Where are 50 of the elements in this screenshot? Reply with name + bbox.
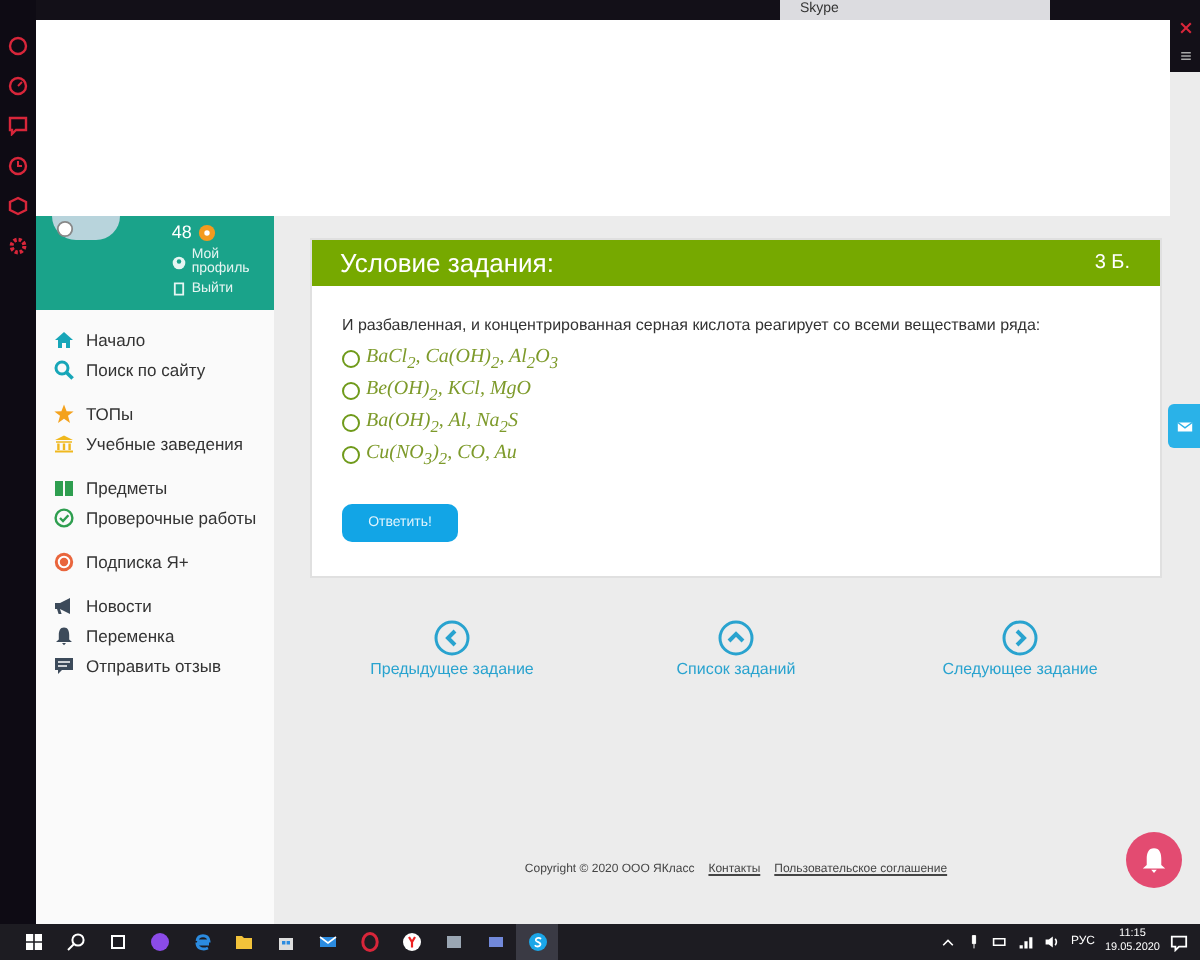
star-icon xyxy=(54,404,74,424)
close-icon xyxy=(1177,20,1193,36)
sidebar-item[interactable]: Проверочные работы xyxy=(86,508,257,528)
sidebar-item[interactable]: Предметы xyxy=(86,478,168,498)
power-icon xyxy=(8,36,28,56)
notifications-icon xyxy=(1170,933,1188,951)
task-points: 3 Б. xyxy=(1094,252,1130,274)
battery-icon xyxy=(992,934,1009,950)
home-icon xyxy=(54,330,74,350)
sidebar-item[interactable]: Отправить отзыв xyxy=(86,656,221,676)
badge-icon xyxy=(56,219,74,237)
radio-button[interactable] xyxy=(342,381,360,399)
notification-button[interactable] xyxy=(1126,832,1182,888)
bell-icon xyxy=(54,626,74,646)
subscription-badge-icon xyxy=(54,552,74,572)
sidebar-item[interactable]: Учебные заведения xyxy=(86,434,244,454)
sidebar-item[interactable]: Новости xyxy=(86,596,152,616)
sidebar-item[interactable]: Переменка xyxy=(86,626,175,646)
menu-icon xyxy=(1177,48,1193,64)
sidebar-item[interactable]: Начало xyxy=(86,330,146,350)
points-count: 48 xyxy=(171,222,192,242)
answer-option: BaCl$_{2}$, Ca(OH)$_{2}$, Al$_{2}$O$_{3}$ xyxy=(366,345,558,371)
search-icon xyxy=(54,360,74,380)
chat-icon xyxy=(8,116,28,136)
answer-option: Ba(OH)$_{2}$, Al, Na$_{2}$S xyxy=(366,409,518,435)
speedometer-icon xyxy=(8,76,28,96)
check-circle-icon xyxy=(54,508,74,528)
answer-option: Cu(NO$_{3}$)$_{2}$, CO, Au xyxy=(366,441,517,467)
radio-button[interactable] xyxy=(342,349,360,367)
comment-icon xyxy=(54,656,74,676)
answer-option: Be(OH)$_{2}$, KCl, MgO xyxy=(366,377,531,403)
books-icon xyxy=(54,478,74,498)
caret-icon xyxy=(940,934,957,950)
question-text: И разбавленная, и концентрированная серная кислота реагирует со всеми веществами ряда: xyxy=(342,316,1043,334)
sidebar-item[interactable]: ТОПы xyxy=(86,404,134,424)
network-icon xyxy=(1018,934,1035,950)
radio-button[interactable] xyxy=(342,445,360,463)
clock-icon xyxy=(8,156,28,176)
user-icon xyxy=(171,255,186,269)
speaker-icon xyxy=(1044,934,1061,950)
sidebar-item[interactable]: Поиск по сайту xyxy=(86,360,206,380)
sidebar-item[interactable]: Подписка Я+ xyxy=(86,552,189,572)
radio-button[interactable] xyxy=(342,413,360,431)
settings-icon xyxy=(8,236,28,256)
building-icon xyxy=(54,434,74,454)
task-title: Условие задания: xyxy=(340,248,554,278)
coin-icon xyxy=(197,223,216,241)
megaphone-icon xyxy=(54,596,74,616)
bell-icon xyxy=(1140,846,1168,874)
envelope-icon xyxy=(1175,417,1193,435)
